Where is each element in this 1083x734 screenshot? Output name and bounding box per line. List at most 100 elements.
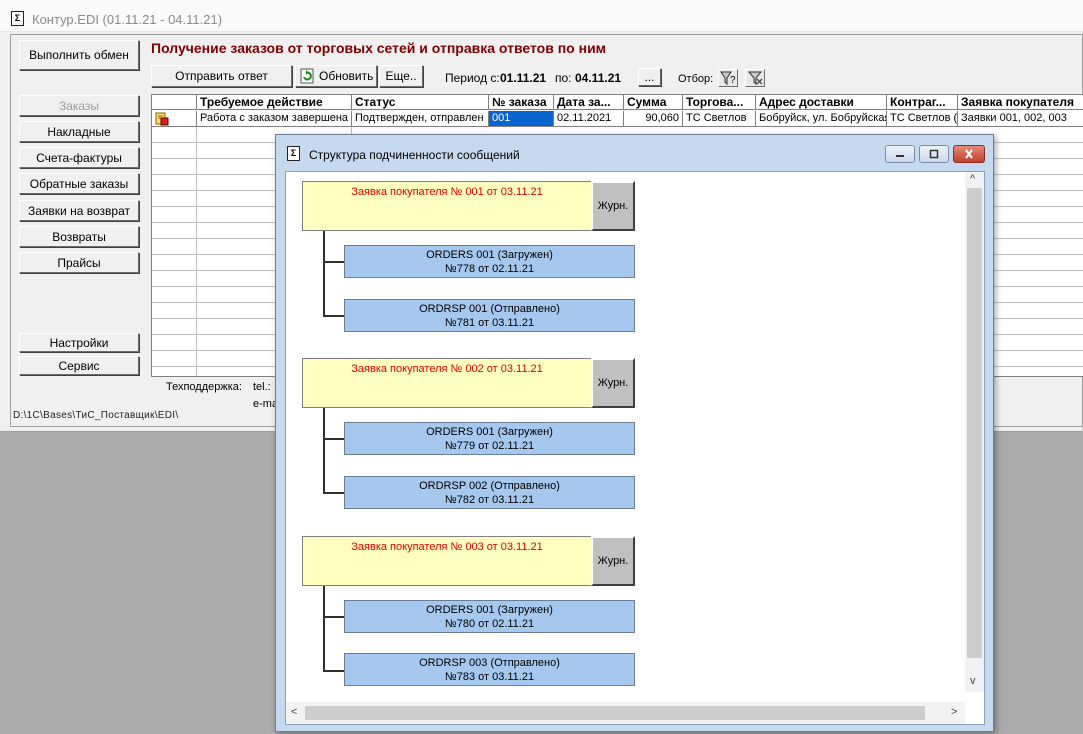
support-label: Техподдержка:	[166, 381, 242, 393]
cell-order-date: 02.11.2021	[554, 111, 624, 127]
message-title: ORDRSP 001 (Отправлено)	[419, 303, 560, 315]
main-titlebar: Σ Контур.EDI (01.11.21 - 04.11.21)	[0, 0, 1083, 32]
column-header-customer-request[interactable]: Заявка покупателя	[958, 95, 1083, 110]
column-header-order-date[interactable]: Дата за...	[554, 95, 624, 110]
filter-icon: ?	[720, 71, 736, 86]
period-from-label: Период с:	[445, 71, 500, 85]
tree-connector	[323, 438, 344, 440]
period-to-value[interactable]: 04.11.21	[575, 71, 621, 85]
period-to-label: по:	[555, 71, 572, 85]
request-box-001[interactable]: Заявка покупателя № 001 от 03.11.21	[302, 181, 592, 231]
support-phone: tel.:	[253, 381, 271, 393]
tree-connector	[323, 315, 344, 317]
close-button[interactable]	[953, 145, 985, 163]
message-box-ordrsp-782[interactable]: ORDRSP 002 (Отправлено) №782 от 03.11.21	[344, 476, 635, 509]
nav-reverse-orders[interactable]: Обратные заказы	[19, 173, 139, 194]
refresh-label: Обновить	[319, 69, 374, 83]
message-title: ORDERS 001 (Загружен)	[426, 604, 553, 616]
column-header-retailer[interactable]: Торгова...	[683, 95, 756, 110]
column-header-status[interactable]: Статус	[352, 95, 489, 110]
minimize-button[interactable]	[885, 145, 915, 163]
column-header-sum[interactable]: Сумма	[624, 95, 683, 110]
filter-label: Отбор:	[678, 73, 714, 85]
cell-order-number: 001	[489, 111, 554, 127]
vertical-scrollbar[interactable]: ^ v	[965, 172, 984, 692]
tree-connector	[323, 408, 325, 494]
refresh-button[interactable]: Обновить	[295, 65, 377, 87]
nav-invoices[interactable]: Накладные	[19, 121, 139, 142]
cell-status: Подтвержден, отправлен	[352, 111, 489, 127]
exchange-button[interactable]: Выполнить обмен	[19, 40, 139, 70]
nav-return-requests[interactable]: Заявки на возврат	[19, 200, 139, 221]
message-number: №782 от 03.11.21	[444, 494, 535, 506]
journal-button-003[interactable]: Журн.	[591, 536, 635, 586]
filter-clear-icon	[747, 71, 763, 86]
message-title: ORDRSP 003 (Отправлено)	[419, 657, 560, 669]
cell-counterparty: ТС Светлов (	[887, 111, 958, 127]
dialog-title: Структура подчиненности сообщений	[309, 148, 520, 162]
scroll-right-icon[interactable]: >	[951, 706, 957, 718]
message-box-orders-778[interactable]: ORDERS 001 (Загружен) №778 от 02.11.21	[344, 245, 635, 278]
message-title: ORDRSP 002 (Отправлено)	[419, 480, 560, 492]
message-number: №779 от 02.11.21	[444, 440, 535, 452]
nav-orders[interactable]: Заказы	[19, 95, 139, 116]
scroll-up-icon[interactable]: ^	[970, 173, 975, 185]
close-icon	[965, 149, 973, 159]
base-path: D:\1C\Bases\ТиС_Поставщик\EDI\	[13, 410, 179, 421]
row-status-cell	[152, 111, 197, 127]
message-box-ordrsp-783[interactable]: ORDRSP 003 (Отправлено) №783 от 03.11.21	[344, 653, 635, 686]
dialog-app-icon: Σ	[287, 146, 300, 161]
journal-button-002[interactable]: Журн.	[591, 358, 635, 408]
vertical-scroll-thumb[interactable]	[967, 188, 982, 658]
column-header-order-number[interactable]: № заказа	[489, 95, 554, 110]
message-box-orders-780[interactable]: ORDERS 001 (Загружен) №780 от 02.11.21	[344, 600, 635, 633]
tree-connector	[323, 261, 344, 263]
tree-connector	[323, 670, 344, 672]
window-title: Контур.EDI (01.11.21 - 04.11.21)	[32, 12, 223, 27]
message-number: №778 от 02.11.21	[444, 263, 535, 275]
cell-delivery-address: Бобруйск, ул. Бобруйская	[756, 111, 887, 127]
message-box-ordrsp-781[interactable]: ORDRSP 001 (Отправлено) №781 от 03.11.21	[344, 299, 635, 332]
message-number: №783 от 03.11.21	[444, 671, 535, 683]
refresh-icon	[300, 68, 314, 84]
minimize-icon	[896, 155, 904, 157]
svg-text:?: ?	[730, 75, 736, 86]
send-reply-button[interactable]: Отправить ответ	[151, 65, 292, 87]
cell-action: Работа с заказом завершена	[197, 111, 352, 127]
maximize-icon	[929, 149, 939, 159]
period-from-value[interactable]: 01.11.21	[500, 71, 546, 85]
request-box-002[interactable]: Заявка покупателя № 002 от 03.11.21	[302, 358, 592, 408]
tree-connector	[323, 231, 325, 317]
tree-connector	[323, 616, 344, 618]
message-title: ORDERS 001 (Загружен)	[426, 249, 553, 261]
column-header-icon[interactable]	[152, 95, 197, 110]
maximize-button[interactable]	[919, 145, 949, 163]
column-header-delivery-address[interactable]: Адрес доставки	[756, 95, 887, 110]
period-picker-button[interactable]: ...	[638, 68, 661, 86]
settings-button[interactable]: Настройки	[19, 333, 139, 352]
filter-clear-button[interactable]	[745, 69, 765, 87]
grid-line	[196, 126, 197, 376]
app-icon: Σ	[11, 11, 24, 26]
scroll-left-icon[interactable]: <	[291, 706, 297, 718]
page-title: Получение заказов от торговых сетей и от…	[151, 40, 607, 56]
cell-retailer: ТС Светлов	[683, 111, 756, 127]
service-button[interactable]: Сервис	[19, 356, 139, 375]
nav-price-lists[interactable]: Прайсы	[19, 252, 139, 273]
horizontal-scrollbar[interactable]: < >	[286, 702, 965, 724]
request-box-003[interactable]: Заявка покупателя № 003 от 03.11.21	[302, 536, 592, 586]
filter-button[interactable]: ?	[718, 69, 738, 87]
column-header-action[interactable]: Требуемое действие	[197, 95, 352, 110]
horizontal-scroll-thumb[interactable]	[305, 706, 925, 720]
scroll-down-icon[interactable]: v	[970, 675, 976, 687]
tree-connector	[323, 492, 344, 494]
nav-returns[interactable]: Возвраты	[19, 226, 139, 247]
cell-sum: 90,060	[624, 111, 683, 127]
more-button[interactable]: Еще..	[379, 65, 423, 87]
dialog-titlebar[interactable]: Σ Структура подчиненности сообщений	[276, 135, 993, 171]
tree-connector	[323, 586, 325, 672]
message-box-orders-779[interactable]: ORDERS 001 (Загружен) №779 от 02.11.21	[344, 422, 635, 455]
journal-button-001[interactable]: Журн.	[591, 181, 635, 231]
column-header-counterparty[interactable]: Контраг...	[887, 95, 958, 110]
nav-tax-invoices[interactable]: Счета-фактуры	[19, 147, 139, 168]
